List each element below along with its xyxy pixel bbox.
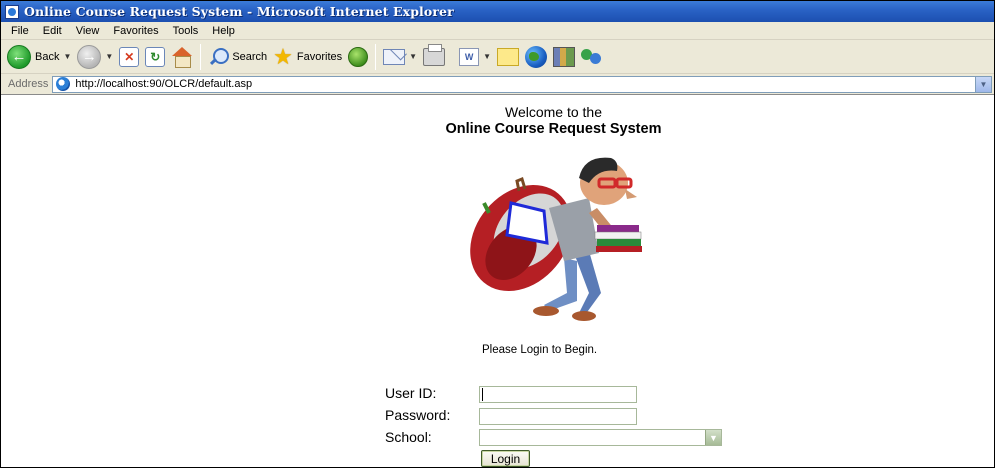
back-dropdown-icon[interactable]: ▼ — [63, 52, 71, 61]
toolbar-separator — [200, 43, 202, 70]
login-button[interactable]: Login — [481, 450, 530, 467]
address-url[interactable]: http://localhost:90/OLCR/default.asp — [75, 78, 252, 90]
home-button[interactable] — [168, 43, 196, 71]
address-dropdown-icon[interactable]: ▼ — [975, 76, 991, 92]
mail-dropdown-icon[interactable]: ▼ — [409, 52, 417, 61]
search-label: Search — [232, 50, 268, 63]
stop-icon: ✕ — [119, 46, 140, 67]
forward-button[interactable]: → ▼ — [74, 43, 116, 71]
messenger-icon — [581, 47, 603, 67]
favorites-label: Favorites — [296, 50, 343, 63]
research-books-icon — [553, 46, 575, 67]
menu-tools[interactable]: Tools — [166, 25, 206, 37]
password-input[interactable] — [479, 408, 637, 425]
address-field[interactable]: http://localhost:90/OLCR/default.asp ▼ — [52, 75, 992, 93]
school-dropdown-icon[interactable]: ▼ — [705, 430, 721, 445]
edit-dropdown-icon[interactable]: ▼ — [483, 52, 491, 61]
toolbar-separator — [375, 43, 377, 70]
print-button[interactable] — [420, 43, 448, 71]
word-edit-icon: W — [459, 47, 480, 66]
edit-button[interactable]: W ▼ — [456, 43, 494, 71]
page-title: Online Course Request System — [445, 121, 662, 137]
content-divider — [1, 94, 994, 95]
menu-help[interactable]: Help — [205, 25, 242, 37]
research-button[interactable] — [550, 43, 578, 71]
menu-bar: File Edit View Favorites Tools Help — [1, 22, 994, 40]
text-caret — [482, 388, 483, 401]
forward-arrow-icon: → — [77, 44, 102, 69]
mail-icon — [383, 48, 406, 65]
forward-dropdown-icon[interactable]: ▼ — [105, 52, 113, 61]
user-id-input[interactable] — [479, 386, 637, 403]
standard-toolbar: ← Back ▼ → ▼ ✕ ↻ Search ★ Favorites ▼ W … — [1, 40, 994, 74]
back-button[interactable]: ← Back ▼ — [4, 43, 74, 71]
print-icon — [423, 43, 446, 66]
password-label: Password: — [385, 407, 451, 423]
title-bar[interactable]: Online Course Request System - Microsoft… — [1, 1, 994, 22]
ie-window-icon[interactable] — [5, 4, 19, 19]
mail-button[interactable]: ▼ — [380, 43, 420, 71]
ie-page-icon — [56, 77, 71, 91]
back-arrow-icon: ← — [7, 44, 31, 69]
menu-edit[interactable]: Edit — [36, 25, 69, 37]
note-icon — [497, 47, 519, 66]
user-id-label: User ID: — [385, 385, 437, 401]
history-icon — [348, 46, 369, 67]
login-prompt-text: Please Login to Begin. — [482, 344, 598, 356]
search-button[interactable]: Search — [205, 43, 270, 71]
home-icon — [171, 46, 193, 68]
address-bar: Address http://localhost:90/OLCR/default… — [1, 74, 994, 94]
discuss-button[interactable] — [494, 43, 522, 71]
search-icon — [208, 47, 230, 67]
messenger-button[interactable] — [578, 43, 606, 71]
back-label: Back — [35, 50, 60, 63]
browser-window: Online Course Request System - Microsoft… — [0, 0, 995, 468]
globe-icon — [525, 45, 547, 68]
menu-favorites[interactable]: Favorites — [106, 25, 165, 37]
stop-button[interactable]: ✕ — [116, 43, 142, 71]
window-title: Online Course Request System - Microsoft… — [24, 4, 454, 19]
student-backpack-illustration — [470, 157, 642, 321]
refresh-icon: ↻ — [145, 46, 166, 67]
menu-view[interactable]: View — [69, 25, 107, 37]
favorites-star-icon: ★ — [273, 43, 293, 69]
history-button[interactable] — [345, 43, 371, 71]
globe-button[interactable] — [522, 43, 550, 71]
favorites-button[interactable]: ★ Favorites — [270, 43, 345, 71]
address-label: Address — [8, 78, 49, 90]
school-select[interactable]: ▼ — [479, 429, 722, 446]
refresh-button[interactable]: ↻ — [142, 43, 168, 71]
welcome-line-1: Welcome to the — [504, 104, 602, 120]
school-label: School: — [385, 429, 432, 445]
menu-file[interactable]: File — [1, 25, 36, 37]
